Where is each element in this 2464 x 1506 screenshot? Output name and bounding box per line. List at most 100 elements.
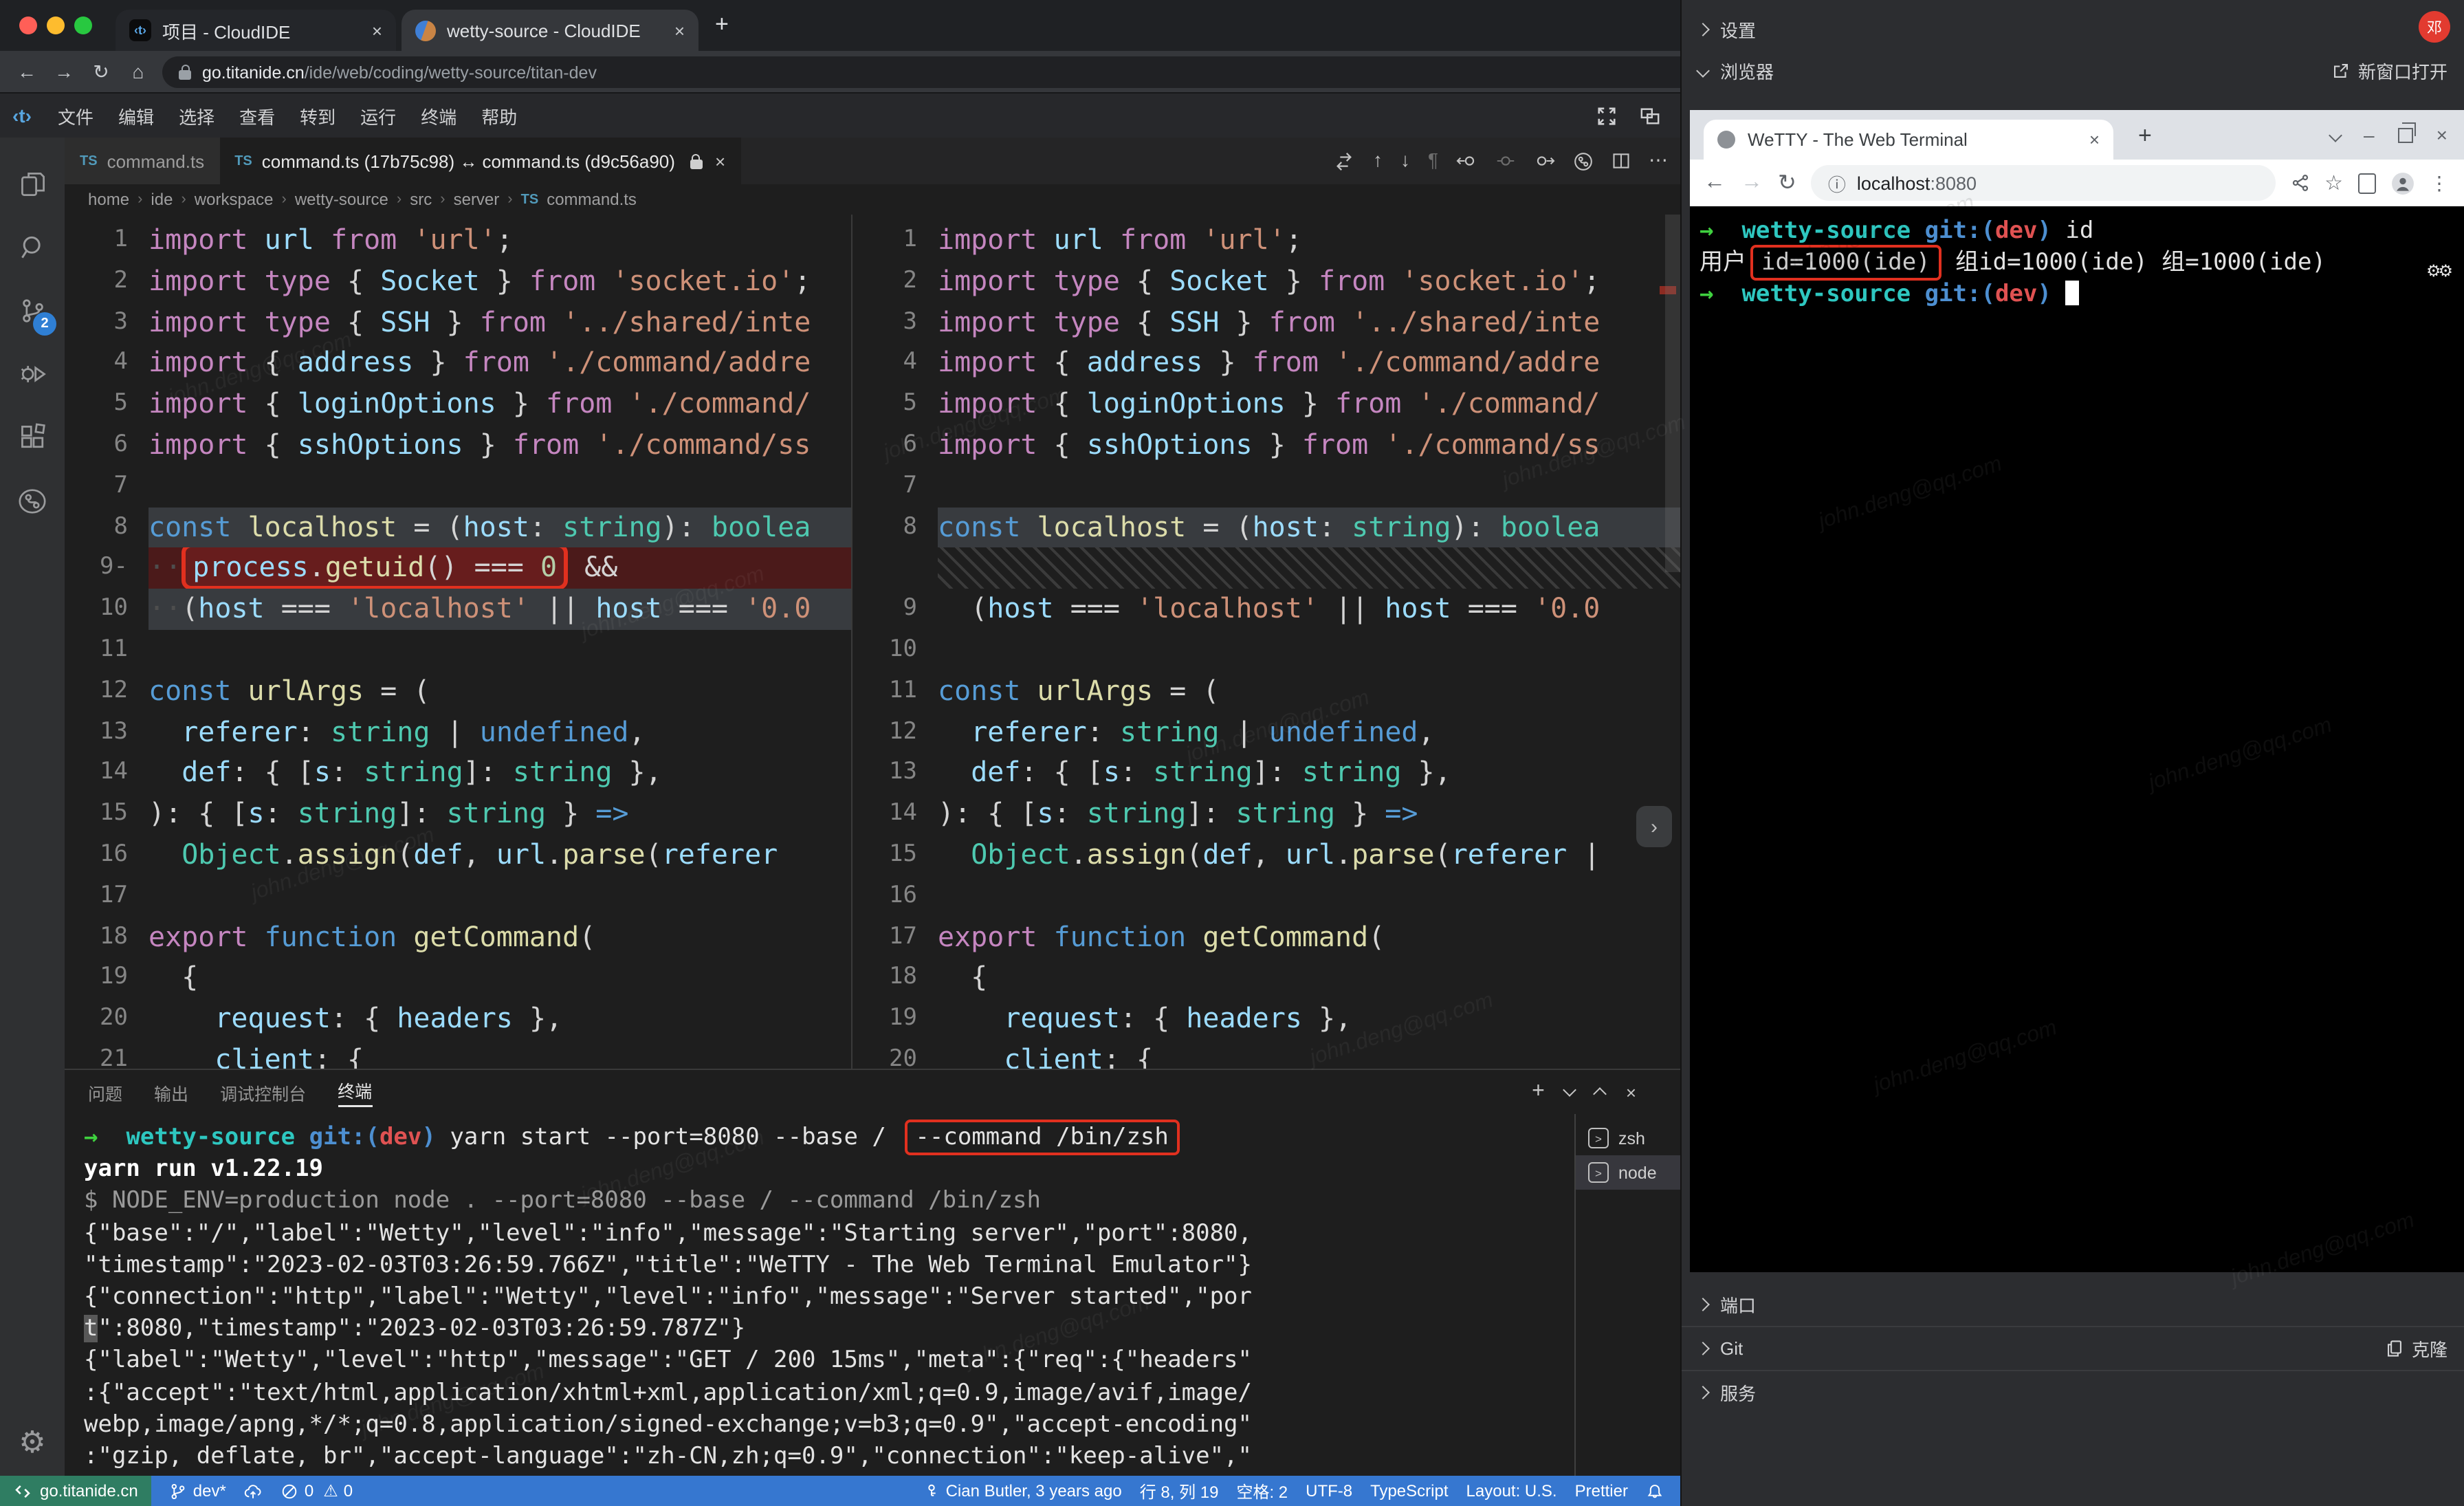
menu-item[interactable]: 运行	[348, 107, 408, 127]
panel-tab[interactable]: 问题	[88, 1079, 122, 1105]
down-icon[interactable]: ↓	[1400, 149, 1410, 173]
close-icon[interactable]: ×	[2089, 129, 2100, 150]
pilcrow-icon[interactable]: ¶	[1428, 149, 1438, 173]
editor-tab-command[interactable]: TS command.ts	[65, 138, 219, 184]
menu-item[interactable]: 帮助	[469, 107, 529, 127]
home-icon[interactable]: ⌂	[120, 61, 157, 83]
back-icon[interactable]: ←	[8, 61, 45, 83]
reload-icon[interactable]: ↻	[82, 60, 120, 83]
search-icon[interactable]	[0, 220, 65, 275]
chevron-down-icon[interactable]	[2329, 128, 2342, 142]
open-new-window-button[interactable]: 新窗口打开	[2332, 57, 2448, 83]
open-changes-icon[interactable]	[1573, 151, 1594, 171]
diff-editor[interactable]: 1import url from 'url';2import type { So…	[65, 215, 1680, 1069]
breadcrumb-item[interactable]: home	[88, 190, 129, 209]
user-avatar[interactable]: 邓	[2419, 11, 2450, 43]
panel-expand-chevron[interactable]: ›	[1636, 806, 1672, 847]
new-tab-button[interactable]: +	[715, 11, 729, 39]
menu-item[interactable]: 转到	[287, 107, 348, 127]
remote-indicator[interactable]: go.titanide.cn	[0, 1476, 152, 1506]
ports-section-header[interactable]: 端口	[1682, 1283, 2464, 1326]
forward-icon[interactable]: →	[45, 61, 82, 83]
breadcrumb-item[interactable]: wetty-source	[295, 190, 388, 209]
reload-icon[interactable]: ↻	[1778, 169, 1796, 197]
menu-item[interactable]: 编辑	[106, 107, 166, 127]
forward-icon[interactable]: →	[1741, 171, 1763, 195]
settings-gear-icon[interactable]: ⚙	[0, 1418, 65, 1467]
embedded-browser-tab[interactable]: WeTTY - The Web Terminal ×	[1704, 120, 2113, 160]
close-icon[interactable]: ×	[372, 20, 382, 41]
terminal-instance-node[interactable]: >node	[1576, 1155, 1680, 1190]
terminal-output[interactable]: → wetty-source git:(dev) yarn start --po…	[65, 1114, 1576, 1476]
breadcrumb[interactable]: home›ide›workspace›wetty-source›src›serv…	[65, 184, 1680, 215]
fullscreen-icon[interactable]	[1596, 105, 1617, 126]
indentation[interactable]: 空格: 2	[1236, 1479, 1288, 1503]
close-icon[interactable]: ×	[715, 151, 725, 171]
change-icon[interactable]	[1496, 151, 1515, 171]
notifications-bell-icon[interactable]	[1646, 1482, 1664, 1500]
traffic-minimize-icon[interactable]	[47, 17, 65, 34]
breadcrumb-file[interactable]: command.ts	[547, 190, 637, 209]
browser-section-header[interactable]: 浏览器 新窗口打开	[1682, 50, 2464, 91]
explorer-icon[interactable]	[0, 157, 65, 212]
git-blame[interactable]: Cian Butler, 3 years ago	[923, 1481, 1122, 1500]
editor-tab-diff[interactable]: TS command.ts (17b75c98) ↔ command.ts (d…	[219, 138, 740, 184]
menu-item[interactable]: 查看	[227, 107, 287, 127]
bookmark-star-icon[interactable]: ☆	[2324, 171, 2343, 195]
problems-indicator[interactable]: 0 ⚠ 0	[281, 1481, 353, 1500]
breadcrumb-item[interactable]: ide	[151, 190, 173, 209]
encoding[interactable]: UTF-8	[1306, 1481, 1352, 1500]
source-control-icon[interactable]: 2	[0, 283, 65, 338]
traffic-close-icon[interactable]	[19, 17, 37, 34]
embedded-address-bar[interactable]: ⓘ localhost:8080	[1812, 165, 2275, 201]
back-icon[interactable]: ←	[1704, 171, 1726, 195]
run-debug-icon[interactable]	[0, 347, 65, 402]
panel-tab[interactable]: 终端	[338, 1077, 372, 1107]
up-icon[interactable]: ↑	[1373, 149, 1383, 173]
git-section-header[interactable]: Git 克隆	[1682, 1326, 2464, 1370]
layout-icon[interactable]	[1639, 105, 1661, 126]
close-icon[interactable]: ×	[674, 20, 685, 41]
breadcrumb-item[interactable]: workspace	[195, 190, 274, 209]
scrollbar[interactable]	[1665, 215, 1680, 572]
menu-item[interactable]: 选择	[166, 107, 227, 127]
traffic-zoom-icon[interactable]	[74, 17, 92, 34]
menu-icon[interactable]: ⋮	[2430, 171, 2450, 195]
browser-tab-project[interactable]: ‹t› 项目 - CloudIDE ×	[116, 10, 396, 51]
diff-left-pane[interactable]: 1import url from 'url';2import type { So…	[65, 215, 852, 1069]
panel-tab[interactable]: 输出	[154, 1079, 188, 1105]
new-tab-button[interactable]: +	[2138, 122, 2152, 150]
remote-repo-icon[interactable]	[0, 473, 65, 528]
browser-tab-wetty[interactable]: wetty-source - CloudIDE ×	[402, 10, 698, 51]
settings-section-header[interactable]: 设置	[1682, 8, 2464, 50]
menu-item[interactable]: 文件	[45, 107, 106, 127]
breadcrumb-item[interactable]: server	[454, 190, 500, 209]
breadcrumb-item[interactable]: src	[410, 190, 432, 209]
terminal-instance-zsh[interactable]: >zsh	[1576, 1121, 1680, 1155]
extensions-icon[interactable]	[0, 410, 65, 465]
new-terminal-icon[interactable]: +	[1532, 1080, 1545, 1104]
cursor-position[interactable]: 行 8, 列 19	[1140, 1479, 1219, 1503]
maximize-panel-icon[interactable]	[1594, 1087, 1607, 1101]
wetty-terminal[interactable]: → wetty-source git:(dev) id用户id=1000(ide…	[1690, 206, 2464, 1272]
close-panel-icon[interactable]: ×	[1626, 1082, 1636, 1102]
next-change-icon[interactable]	[1533, 151, 1555, 171]
services-section-header[interactable]: 服务	[1682, 1370, 2464, 1414]
formatter[interactable]: Prettier	[1575, 1481, 1628, 1500]
panel-tab[interactable]: 调试控制台	[220, 1079, 306, 1105]
git-branch-indicator[interactable]: dev*	[170, 1481, 226, 1500]
minimize-icon[interactable]: –	[2364, 124, 2375, 146]
compare-changes-icon[interactable]	[1334, 151, 1355, 171]
wetty-settings-gears-icon[interactable]: ⚙⚙	[2426, 261, 2450, 281]
language-mode[interactable]: TypeScript	[1370, 1481, 1448, 1500]
sync-indicator[interactable]	[244, 1482, 263, 1500]
close-icon[interactable]: ×	[2436, 124, 2448, 146]
previous-change-icon[interactable]	[1456, 151, 1478, 171]
split-editor-icon[interactable]	[1612, 151, 1631, 171]
tab-icon[interactable]	[2358, 173, 2376, 193]
share-nodes-icon[interactable]	[2290, 173, 2309, 193]
menu-item[interactable]: 终端	[408, 107, 469, 127]
diff-right-pane[interactable]: 1import url from 'url';2import type { So…	[854, 215, 1680, 1069]
profile-icon[interactable]	[2391, 171, 2414, 195]
clone-button[interactable]: 克隆	[2386, 1335, 2448, 1362]
